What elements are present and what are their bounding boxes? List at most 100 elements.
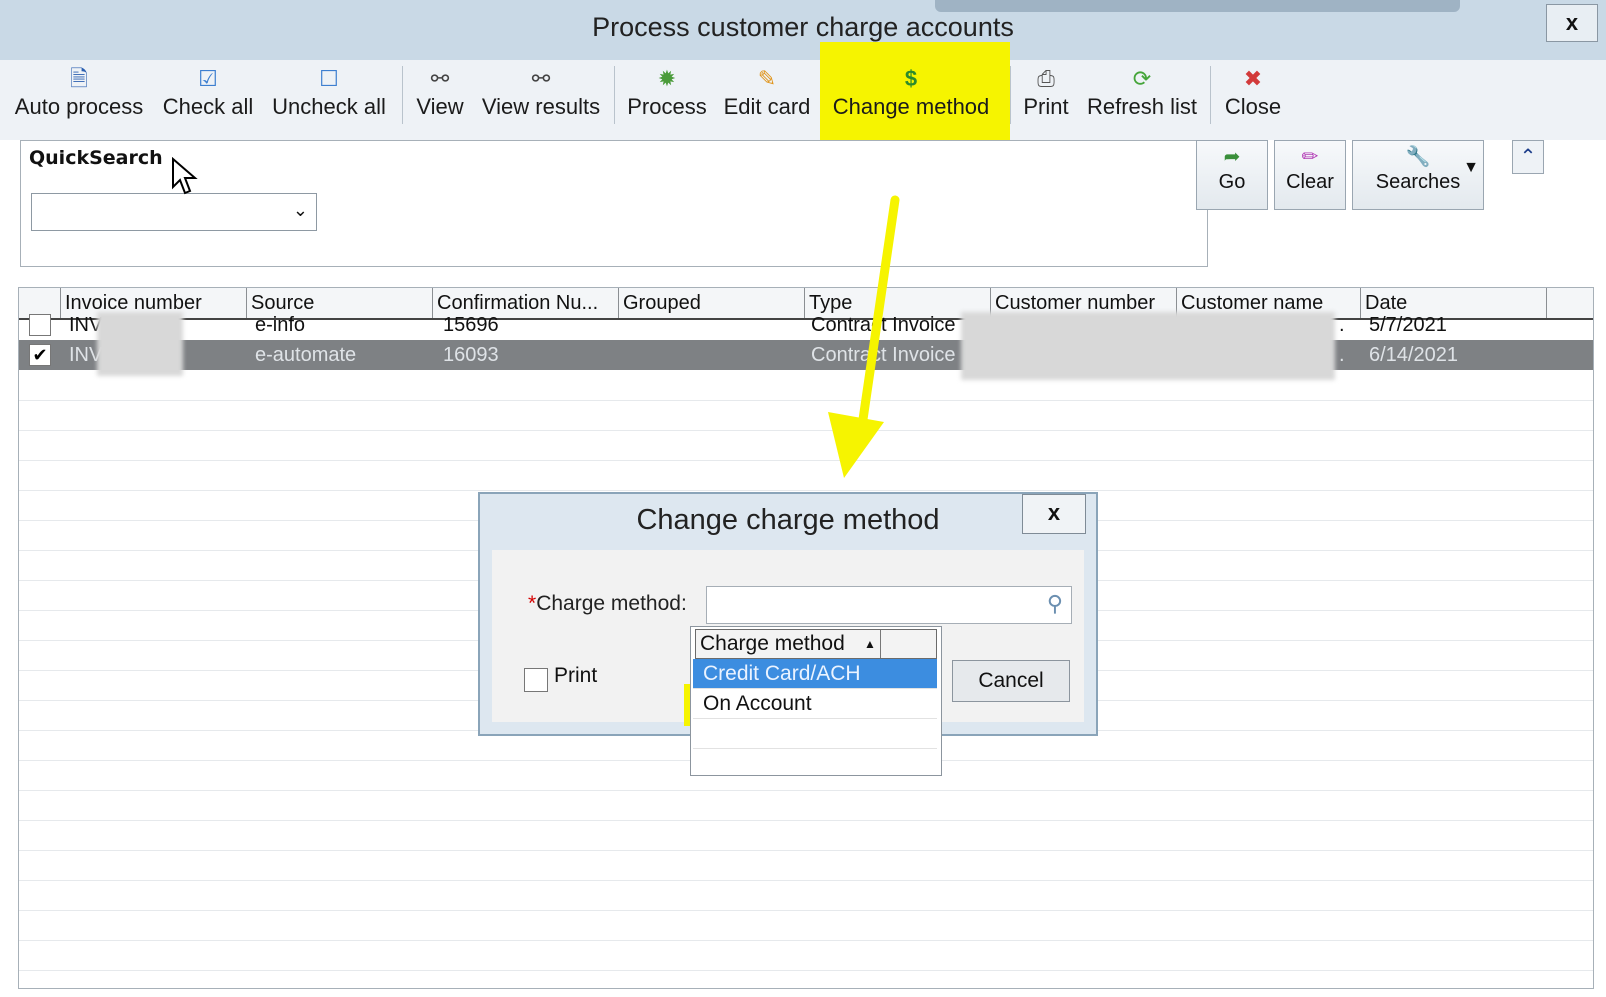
searches-button[interactable]: 🔧 Searches ▼ [1352,140,1484,210]
cell-type: Contract Invoice [811,314,956,336]
cell-customer-name: . [1339,314,1345,336]
binoculars-icon: ⚯ [430,66,450,91]
app-window: Process customer charge accounts x 🗎 Aut… [0,0,1606,997]
clear-label: Clear [1286,171,1334,193]
check-all-label: Check all [162,94,254,119]
print-checkbox-label: Print [554,664,598,687]
mouse-cursor-icon [172,157,198,195]
close-button[interactable]: ✖ Close [1218,64,1288,128]
quicksearch-combo[interactable]: ⌄ [31,193,317,231]
cell-type: Contract Invoice [811,344,956,366]
grid-row-line [19,970,1593,971]
grid-row-line [19,940,1593,941]
cell-date: 6/14/2021 [1369,344,1458,366]
toolbar-separator [1010,66,1011,124]
uncheck-all-icon: ☐ [319,66,339,91]
chevron-down-icon[interactable]: ▼ [1463,159,1479,177]
dropdown-option-on-account[interactable]: On Account [693,689,937,719]
process-button[interactable]: ✹ Process [624,64,710,128]
redacted-invoice-number [97,312,183,376]
cell-source: e-info [255,314,306,336]
table-row[interactable]: INV e-info 15696 Contract Invoice . 5/7/… [19,310,1593,340]
refresh-list-button[interactable]: ⟳ Refresh list [1084,64,1200,128]
cell-confirmation: 16093 [443,344,499,366]
go-arrow-icon: ➦ [1223,146,1241,168]
table-row-selected[interactable]: ✔ INV e-automate 16093 Contract Invoice … [19,340,1593,370]
close-label: Close [1224,94,1282,119]
uncheck-all-label: Uncheck all [272,94,386,119]
print-checkbox[interactable] [524,668,548,692]
row-checkbox-checked[interactable]: ✔ [29,344,51,366]
cell-source: e-automate [255,344,357,366]
auto-process-icon: 🗎 [70,66,88,91]
close-icon: ✖ [1243,66,1263,91]
collapse-up-icon[interactable]: ⌃ [1512,140,1544,174]
cell-customer-name: . [1339,344,1345,366]
grid-row-line [19,400,1593,401]
sort-up-icon: ▲ [864,637,876,651]
eraser-icon: ✏ [1301,146,1319,168]
cancel-button[interactable]: Cancel [952,660,1070,702]
title-scroll-thumb[interactable] [935,0,1460,12]
dropdown-header-divider [880,630,881,658]
clear-button[interactable]: ✏ Clear [1274,140,1346,210]
pencil-icon: ✎ [757,66,777,91]
view-button[interactable]: ⚯ View [410,64,470,128]
print-label: Print [1023,94,1069,119]
view-label: View [416,94,464,119]
grid-row-line [19,820,1593,821]
grid-row-line [19,910,1593,911]
view-results-button[interactable]: ⚯ View results [478,64,604,128]
cell-confirmation: 15696 [443,314,499,336]
charge-method-label-text: Charge method: [536,592,687,615]
change-method-button[interactable]: $ Change method [826,64,996,128]
dialog-close-button[interactable]: x [1022,494,1086,534]
grid-row-line [19,790,1593,791]
dropdown-header-label: Charge method [700,632,845,655]
view-results-label: View results [481,94,601,119]
binoculars-icon: ⚯ [531,66,551,91]
check-all-icon: ☑ [198,66,218,91]
process-icon: ✹ [657,66,677,91]
window-title: Process customer charge accounts [592,12,1014,42]
check-all-button[interactable]: ☑ Check all [158,64,258,128]
dollar-icon: $ [904,66,918,91]
grid-row-line [19,850,1593,851]
search-icon[interactable]: ⚲ [1047,591,1063,617]
process-label: Process [627,94,707,119]
uncheck-all-button[interactable]: ☐ Uncheck all [266,64,392,128]
auto-process-button[interactable]: 🗎 Auto process [10,64,148,128]
grid-row-line [19,880,1593,881]
auto-process-label: Auto process [14,94,144,119]
charge-method-label: *Charge method: [528,592,687,616]
grid-row-line [19,430,1593,431]
toolbar-separator [402,66,403,124]
dropdown-empty-row [693,719,937,749]
go-button[interactable]: ➦ Go [1196,140,1268,210]
go-label: Go [1218,171,1246,193]
redacted-customer-info [961,312,1335,380]
edit-card-label: Edit card [723,94,811,119]
grid-row-line [19,490,1593,491]
toolbar-separator [614,66,615,124]
charge-method-input[interactable]: ⚲ [706,586,1072,624]
cell-date: 5/7/2021 [1369,314,1447,336]
chevron-down-icon[interactable]: ⌄ [293,200,308,221]
toolbar-separator [1210,66,1211,124]
grid-row-line [19,460,1593,461]
refresh-icon: ⟳ [1132,66,1152,91]
required-marker: * [528,592,537,615]
refresh-list-label: Refresh list [1086,94,1198,119]
edit-card-button[interactable]: ✎ Edit card [720,64,814,128]
change-method-label: Change method [832,94,990,119]
quicksearch-label: QuickSearch [29,147,163,169]
dropdown-option-credit-card[interactable]: Credit Card/ACH [693,659,937,689]
dialog-title: Change charge method [636,504,940,536]
charge-method-dropdown: Charge method ▲ Credit Card/ACH On Accou… [690,626,942,776]
print-button[interactable]: ⎙ Print [1016,64,1076,128]
row-checkbox[interactable] [29,314,51,336]
dropdown-header[interactable]: Charge method ▲ [695,629,937,659]
printer-icon: ⎙ [1037,66,1055,91]
window-close-button[interactable]: x [1546,4,1598,42]
title-bar: Process customer charge accounts x [0,0,1606,60]
